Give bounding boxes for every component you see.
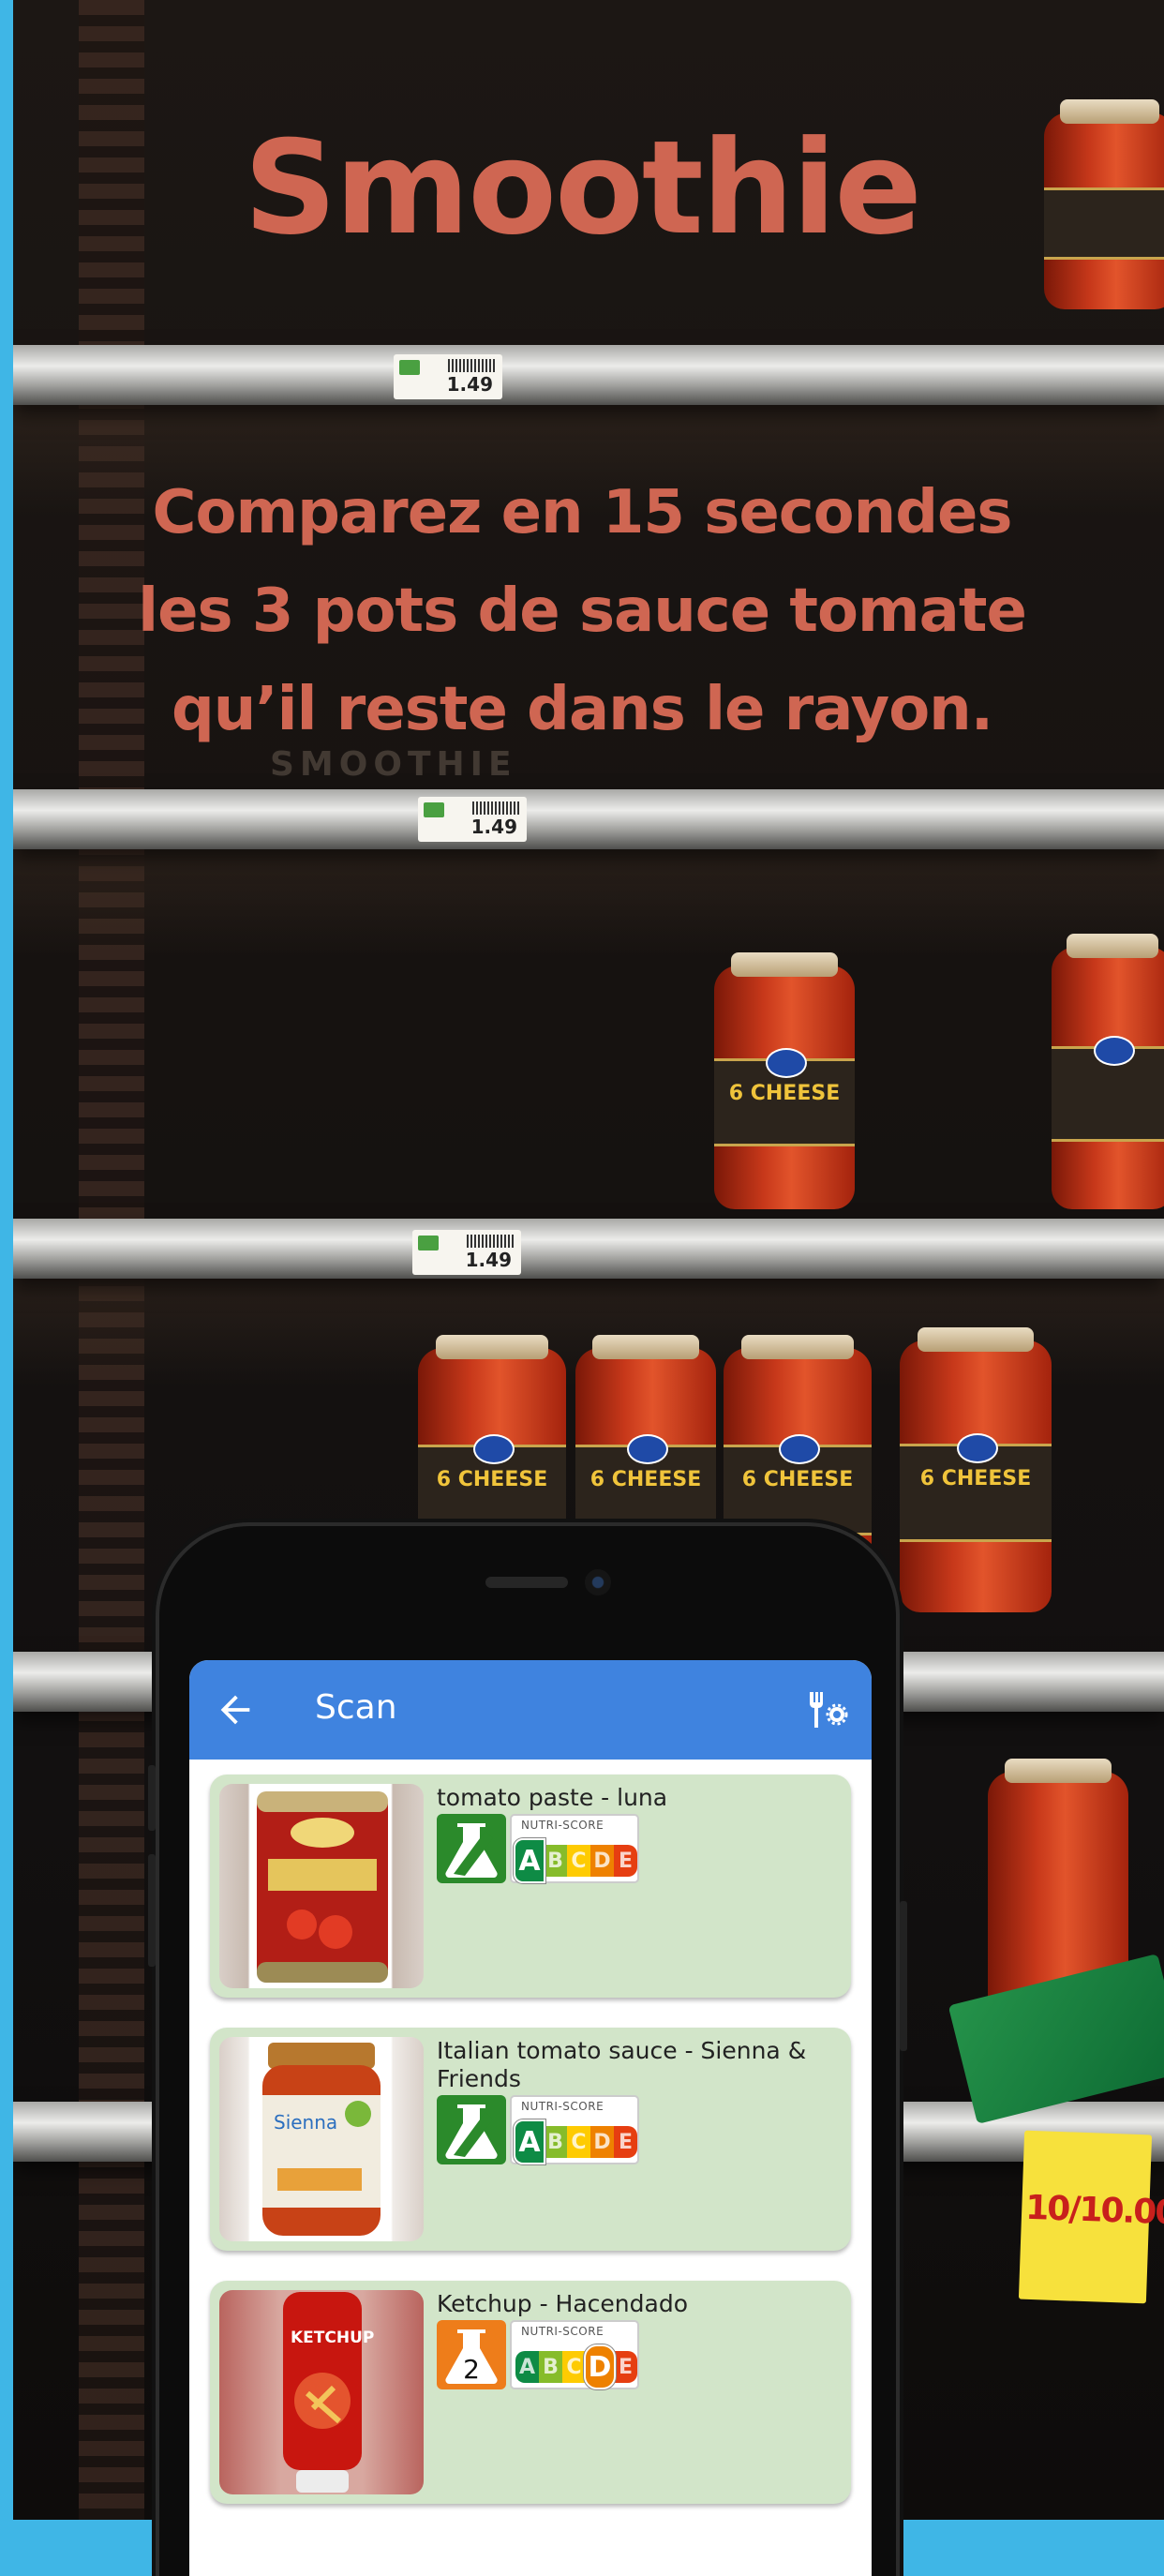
nutri-score-letter-a: A <box>514 2119 545 2164</box>
flask-icon <box>445 1823 498 1879</box>
product-card[interactable]: KETCHUP Ketchup - Hacendado 2 NUTRI-SCOR… <box>210 2281 851 2504</box>
nova-group-badge: 2 <box>437 2320 506 2389</box>
brand-watermark: SMOOTHIE <box>270 745 517 784</box>
product-scores: 2 NUTRI-SCORE A B C D E <box>437 2320 639 2389</box>
front-camera-icon <box>585 1569 611 1595</box>
nutri-score-letter-a: A <box>515 2351 539 2383</box>
svg-text:Sienna: Sienna <box>274 2111 337 2134</box>
jar-label: 6 CHEESE <box>741 1467 854 1491</box>
sale-sign: 10/10.00 <box>1018 2130 1164 2304</box>
sale-sign-text: 10/10.00 <box>1024 2188 1164 2233</box>
app-screen: Scan tomato paste - luna NUTRI-SCORE A B… <box>189 1660 872 2576</box>
jar-label: 6 CHEESE <box>919 1467 1032 1491</box>
flask-icon <box>445 2104 498 2160</box>
nutri-score-badge: NUTRI-SCORE A B C D E <box>510 2320 639 2389</box>
shelf-shadow <box>13 844 1164 956</box>
subtitle-line: Comparez en 15 secondes <box>152 478 1013 547</box>
price-tag-value: 1.49 <box>465 1249 512 1271</box>
jar-label: 6 CHEESE <box>728 1081 841 1105</box>
nutri-score-letter-c: C <box>567 1845 590 1877</box>
svg-text:KETCHUP: KETCHUP <box>291 2329 374 2347</box>
sauce-jar-image: Sienna <box>262 2043 381 2236</box>
product-card[interactable]: Sienna Italian tomato sauce - Sienna & F… <box>210 2028 851 2251</box>
nutri-score-header: NUTRI-SCORE <box>521 1819 604 1832</box>
price-tag: 1.49 <box>394 354 502 399</box>
sauce-jar <box>1052 934 1164 1209</box>
product-package <box>948 1954 1164 2124</box>
nutri-score-letter-b: B <box>544 2126 567 2158</box>
product-scores: NUTRI-SCORE A B C D E <box>437 2095 639 2164</box>
jar-label: 6 CHEESE <box>589 1467 702 1491</box>
ketchup-bottle-image: KETCHUP <box>283 2292 374 2493</box>
product-image <box>219 1784 424 1988</box>
subtitle-line: qu’il reste dans le rayon. <box>171 675 993 744</box>
product-image: KETCHUP <box>219 2290 424 2494</box>
shelf <box>13 789 1164 849</box>
fork-gear-icon <box>810 1692 848 1728</box>
phone-side-button <box>148 1854 156 1967</box>
nutri-score-letter-a: A <box>514 1838 545 1883</box>
phone-speaker <box>485 1577 568 1588</box>
nutri-score-badge: NUTRI-SCORE A B C D E <box>510 1814 639 1883</box>
product-card[interactable]: tomato paste - luna NUTRI-SCORE A B C D <box>210 1775 851 1998</box>
price-tag: 1.49 <box>418 797 527 842</box>
product-name: tomato paste - luna <box>437 1784 668 1811</box>
food-preferences-button[interactable] <box>804 1688 849 1731</box>
jar-label: 6 CHEESE <box>436 1467 548 1491</box>
nova-group-badge <box>437 1814 506 1883</box>
flask-icon: 2 <box>445 2329 498 2385</box>
arrow-left-icon <box>220 1695 250 1725</box>
nutri-score-letter-e: E <box>614 2351 637 2383</box>
nutri-score-header: NUTRI-SCORE <box>521 2325 604 2338</box>
app-bar: Scan <box>189 1660 872 1760</box>
nutri-score-letter-b: B <box>539 2351 562 2383</box>
tomato-can-image <box>257 1791 388 1983</box>
phone-side-button <box>148 1765 156 1831</box>
sauce-jar: 6 CHEESE <box>900 1327 1052 1612</box>
phone-mockup: Scan tomato paste - luna NUTRI-SCORE A B… <box>148 1526 907 2576</box>
price-tag-value: 1.49 <box>446 373 493 396</box>
nutri-score-letter-c: C <box>567 2126 590 2158</box>
nova-group-badge <box>437 2095 506 2164</box>
shelf <box>13 345 1164 405</box>
subtitle-line: les 3 pots de sauce tomate <box>138 577 1027 646</box>
nutri-score-letter-d: D <box>590 2126 614 2158</box>
nutri-score-letter-d: D <box>584 2344 616 2389</box>
sauce-jar: 6 CHEESE <box>714 952 855 1209</box>
nutri-score-badge: NUTRI-SCORE A B C D E <box>510 2095 639 2164</box>
page-title: Scan <box>315 1688 397 1727</box>
nutri-score-letter-d: D <box>590 1845 614 1877</box>
headline-subtitle: Comparez en 15 secondes les 3 pots de sa… <box>94 464 1070 759</box>
back-button[interactable] <box>214 1688 257 1731</box>
headline-title: Smoothie <box>244 112 922 263</box>
price-tag-value: 1.49 <box>470 816 517 838</box>
price-tag: 1.49 <box>412 1230 521 1275</box>
phone-side-button <box>900 1901 907 2051</box>
nutri-score-letter-e: E <box>614 1845 637 1877</box>
nova-group-number: 2 <box>463 2354 480 2385</box>
product-name: Ketchup - Hacendado <box>437 2290 688 2317</box>
product-scores: NUTRI-SCORE A B C D E <box>437 1814 639 1883</box>
nutri-score-letter-c: C <box>562 2351 586 2383</box>
product-image: Sienna <box>219 2037 424 2241</box>
nutri-score-header: NUTRI-SCORE <box>521 2100 604 2113</box>
shelf <box>13 1219 1164 1279</box>
nutri-score-letter-e: E <box>614 2126 637 2158</box>
product-name: Italian tomato sauce - Sienna & Friends <box>437 2037 807 2092</box>
nutri-score-letter-b: B <box>544 1845 567 1877</box>
